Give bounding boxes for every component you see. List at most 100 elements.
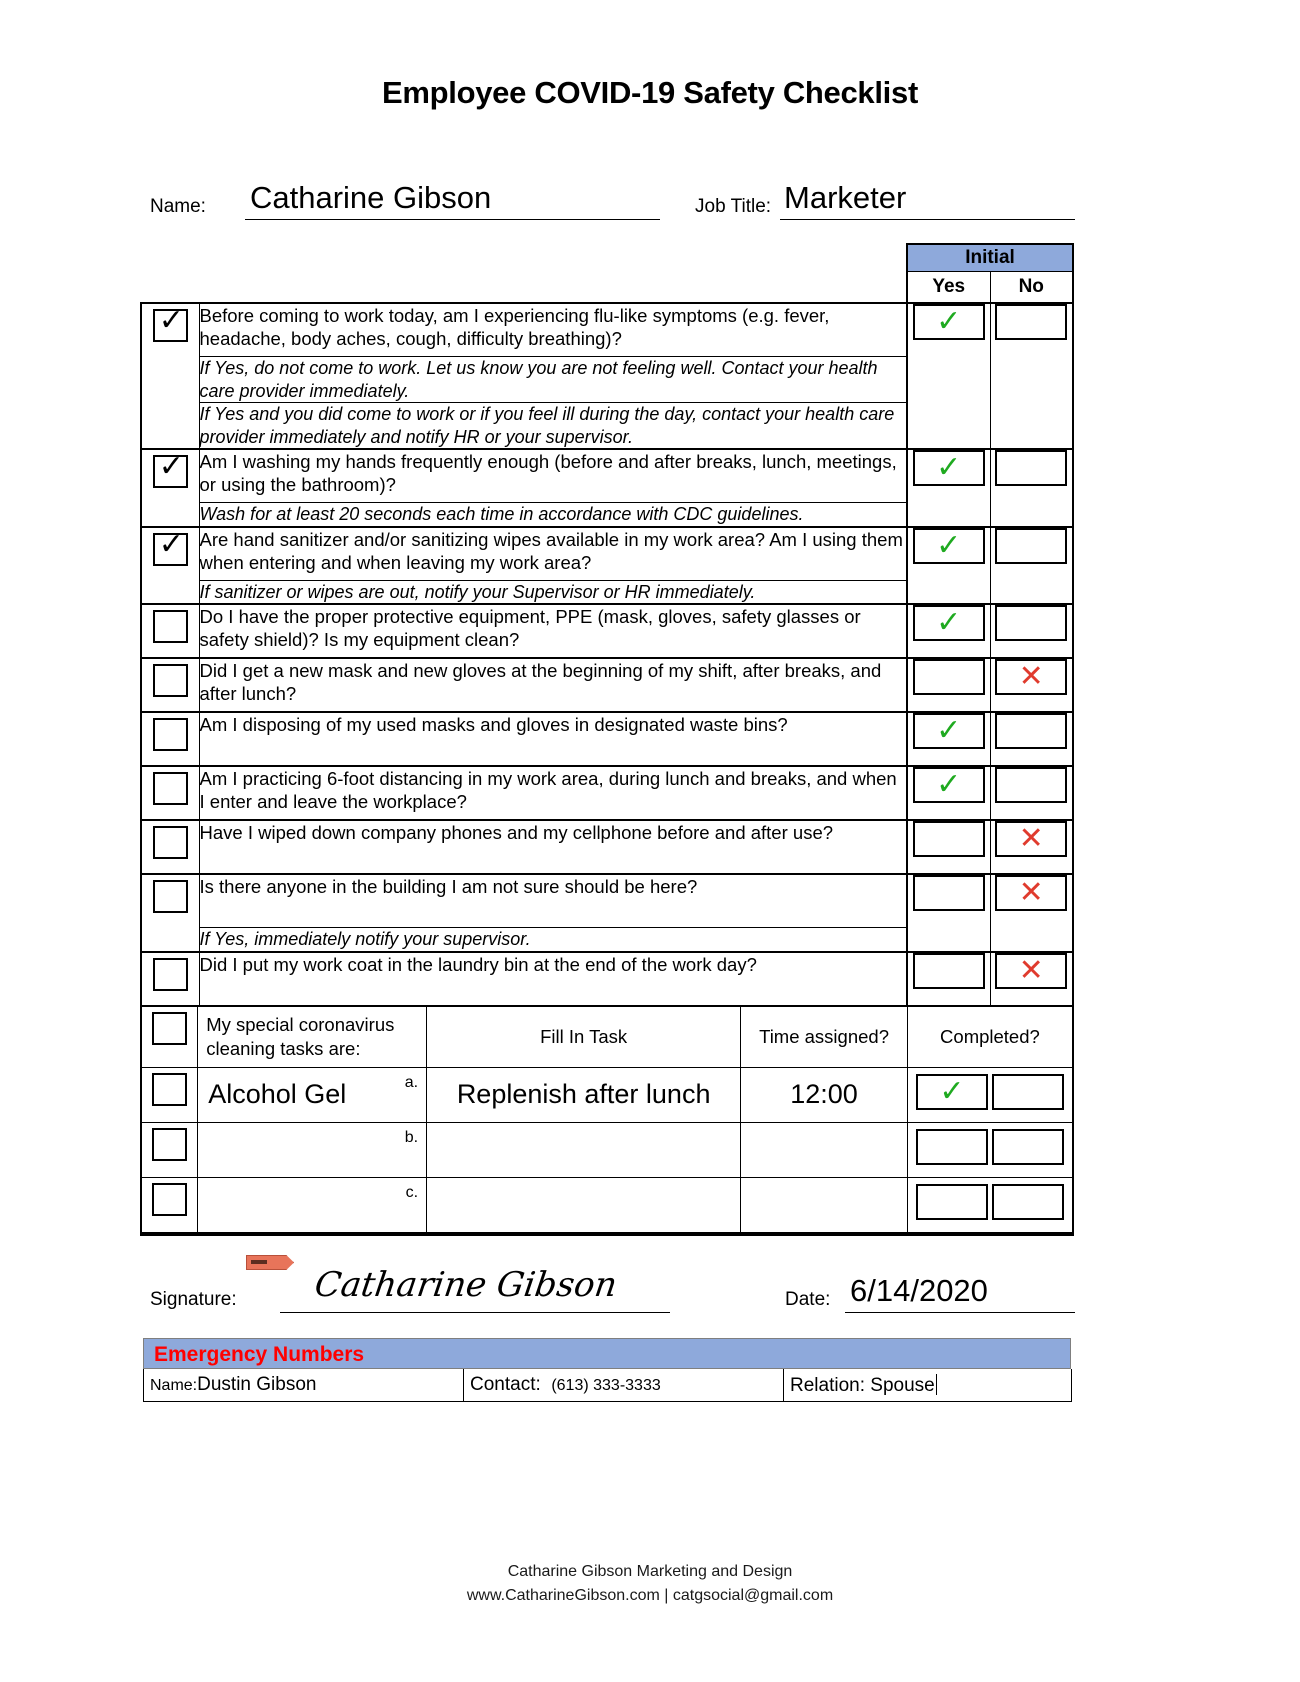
emergency-name-value: Dustin Gibson	[197, 1374, 317, 1395]
answer-box-yes[interactable]: ✓	[912, 450, 985, 486]
emergency-relation-cell[interactable]: Relation: Spouse	[783, 1369, 1072, 1402]
answer-box-no[interactable]	[995, 605, 1068, 641]
no-cell[interactable]	[990, 448, 1074, 527]
cleaning-task-description[interactable]	[426, 1121, 742, 1178]
no-cell[interactable]: ✕	[990, 950, 1074, 1006]
cleaning-task-completed[interactable]	[907, 1176, 1072, 1232]
answer-box-yes[interactable]: ✓	[912, 304, 985, 340]
answer-box-yes[interactable]: ✓	[912, 527, 985, 564]
row-checkbox-cell[interactable]: ✓	[140, 525, 200, 604]
cleaning-row-checkbox[interactable]	[152, 1127, 188, 1161]
row-checkbox[interactable]	[152, 957, 188, 991]
cleaning-row-checkbox[interactable]	[152, 1182, 188, 1216]
answer-box-no[interactable]: ✕	[995, 952, 1068, 989]
row-checkbox[interactable]	[152, 826, 188, 859]
answer-box-yes[interactable]: ✓	[915, 1074, 988, 1111]
row-checkbox-cell[interactable]	[140, 603, 200, 658]
job-title-value[interactable]: Marketer	[784, 180, 906, 216]
yes-cell[interactable]	[906, 657, 991, 712]
answer-box-yes[interactable]: ✓	[912, 712, 985, 749]
cleaning-task-name[interactable]: c.	[197, 1176, 428, 1232]
cleaning-header-checkbox[interactable]	[152, 1011, 188, 1045]
cleaning-header-checkbox-cell[interactable]	[142, 1006, 199, 1068]
row-checkbox-cell[interactable]	[140, 765, 200, 820]
no-cell[interactable]: ✕	[990, 657, 1074, 712]
cleaning-task-time[interactable]	[740, 1121, 908, 1178]
row-checkbox-cell[interactable]	[140, 819, 200, 874]
answer-box-no[interactable]	[995, 527, 1068, 564]
cleaning-task-description[interactable]: Replenish after lunch	[426, 1066, 742, 1123]
answer-box-no[interactable]	[995, 450, 1068, 486]
date-value[interactable]: 6/14/2020	[850, 1273, 988, 1309]
yes-cell[interactable]: ✓	[906, 603, 991, 658]
answer-box-yes[interactable]: ✓	[912, 605, 985, 641]
answer-box-no[interactable]	[995, 713, 1068, 749]
cleaning-task-completed[interactable]: ✓	[907, 1066, 1072, 1123]
answer-box-yes[interactable]: ✓	[912, 766, 985, 803]
answer-box-no[interactable]	[995, 304, 1068, 340]
answer-box-yes[interactable]	[912, 952, 985, 989]
cleaning-task-description[interactable]	[426, 1176, 742, 1232]
answer-box-yes[interactable]	[912, 875, 985, 911]
yes-cell[interactable]: ✓	[906, 302, 991, 449]
row-checkbox-cell[interactable]	[140, 873, 200, 952]
row-checkbox-cell[interactable]	[140, 657, 200, 712]
row-checkbox[interactable]	[152, 610, 188, 643]
answer-box-no[interactable]: ✕	[995, 875, 1068, 911]
answer-box-yes[interactable]	[912, 821, 985, 857]
answer-box-no[interactable]: ✕	[995, 821, 1068, 857]
yes-cell[interactable]: ✓	[906, 765, 991, 820]
yes-cell[interactable]	[906, 819, 991, 874]
no-cell[interactable]: ✕	[990, 819, 1074, 874]
checklist-row: Am I disposing of my used masks and glov…	[140, 711, 1074, 766]
yes-cell[interactable]: ✓	[906, 525, 991, 604]
row-checkbox[interactable]: ✓	[152, 304, 188, 342]
cleaning-row-checkbox-cell[interactable]	[142, 1176, 199, 1232]
green-check-icon: ✓	[936, 766, 962, 802]
cleaning-row-checkbox-cell[interactable]	[142, 1066, 199, 1123]
emergency-name-cell[interactable]: Name:Dustin Gibson	[143, 1369, 464, 1402]
row-checkbox-cell[interactable]	[140, 950, 200, 1006]
no-cell[interactable]	[990, 711, 1074, 766]
cleaning-task-name[interactable]: Alcohol Gel a.	[197, 1066, 428, 1123]
answer-box-yes[interactable]	[912, 659, 985, 695]
emergency-contact-cell[interactable]: Contact: (613) 333-3333	[463, 1369, 784, 1402]
cleaning-row-checkbox[interactable]	[152, 1072, 188, 1106]
cleaning-task-time[interactable]: 12:00	[740, 1066, 908, 1123]
yes-cell[interactable]	[906, 950, 991, 1006]
yes-cell[interactable]: ✓	[906, 711, 991, 766]
cleaning-row-checkbox-cell[interactable]	[142, 1121, 199, 1178]
answer-box-no[interactable]	[995, 767, 1068, 803]
no-cell[interactable]	[990, 603, 1074, 658]
answer-box-no[interactable]	[991, 1184, 1064, 1221]
row-checkbox-cell[interactable]: ✓	[140, 448, 200, 527]
answer-box-yes[interactable]	[915, 1129, 988, 1166]
signature-value[interactable]: Catharine Gibson	[312, 1265, 619, 1305]
cleaning-task-completed[interactable]	[907, 1121, 1072, 1178]
cleaning-task-name[interactable]: b.	[197, 1121, 428, 1178]
checklist-row: Is there anyone in the building I am not…	[140, 873, 1074, 952]
yes-cell[interactable]	[906, 873, 991, 952]
no-cell[interactable]	[990, 525, 1074, 604]
no-cell[interactable]	[990, 765, 1074, 820]
answer-box-no[interactable]	[991, 1074, 1064, 1111]
date-label: Date:	[785, 1289, 831, 1310]
no-cell[interactable]	[990, 302, 1074, 449]
row-checkbox[interactable]	[152, 880, 188, 913]
row-checkbox-cell[interactable]: ✓	[140, 302, 200, 449]
green-check-icon: ✓	[936, 712, 962, 748]
row-checkbox[interactable]	[152, 718, 188, 751]
row-checkbox[interactable]	[152, 772, 188, 805]
checklist-table-wrap: Initial Yes No ✓ Before coming to work to…	[140, 243, 1074, 1238]
answer-box-no[interactable]	[991, 1129, 1064, 1166]
row-checkbox[interactable]: ✓	[152, 528, 188, 566]
no-cell[interactable]: ✕	[990, 873, 1074, 952]
cleaning-task-time[interactable]	[740, 1176, 908, 1232]
yes-cell[interactable]: ✓	[906, 448, 991, 527]
row-checkbox[interactable]	[152, 664, 188, 697]
row-checkbox-cell[interactable]	[140, 711, 200, 766]
answer-box-no[interactable]: ✕	[995, 659, 1068, 695]
row-checkbox[interactable]: ✓	[152, 450, 188, 488]
name-value[interactable]: Catharine Gibson	[250, 180, 491, 216]
answer-box-yes[interactable]	[915, 1184, 988, 1221]
